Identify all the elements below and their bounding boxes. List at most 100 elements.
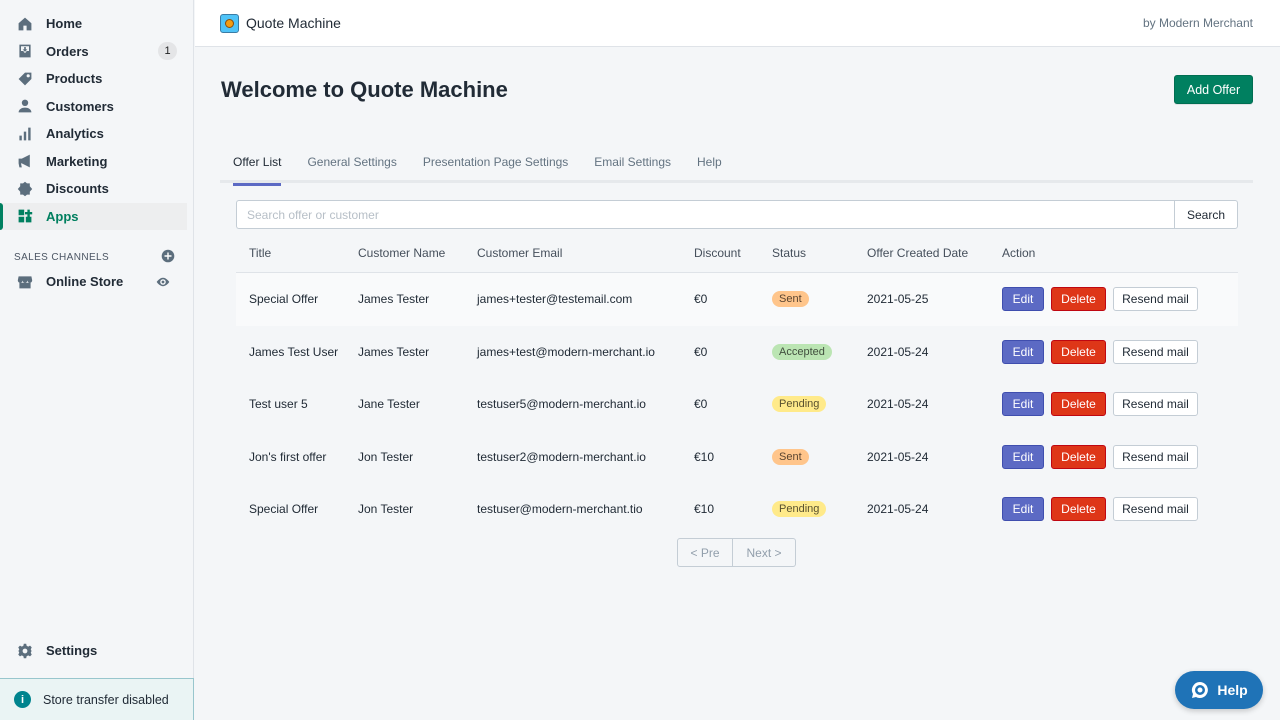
customer-email: james+test@modern-merchant.io bbox=[477, 344, 655, 359]
sidebar-item-online-store[interactable]: Online Store bbox=[0, 268, 187, 296]
sidebar-item-home[interactable]: Home bbox=[0, 10, 187, 38]
megaphone-icon bbox=[17, 153, 33, 169]
created-date: 2021-05-24 bbox=[867, 502, 929, 517]
sidebar-item-label: Apps bbox=[46, 208, 79, 224]
resend-mail-button[interactable]: Resend mail bbox=[1113, 287, 1198, 312]
eye-icon[interactable] bbox=[156, 275, 170, 289]
sidebar-item-label: Home bbox=[46, 16, 83, 32]
table-row: James Test User James Tester james+test@… bbox=[236, 326, 1238, 379]
add-offer-button[interactable]: Add Offer bbox=[1174, 75, 1253, 104]
discount: €10 bbox=[694, 502, 715, 517]
orders-count-badge: 1 bbox=[158, 42, 177, 61]
sidebar-item-orders[interactable]: Orders 1 bbox=[0, 38, 187, 66]
customer-name: James Tester bbox=[358, 344, 430, 359]
tab-email-settings[interactable]: Email Settings bbox=[581, 146, 684, 183]
offers-table: Title Customer Name Customer Email Disco… bbox=[236, 233, 1238, 536]
tab-help[interactable]: Help bbox=[684, 146, 735, 183]
app-topbar: Quote Machine by Modern Merchant bbox=[195, 0, 1280, 47]
next-page-button[interactable]: Next > bbox=[733, 538, 796, 567]
bar-chart-icon bbox=[17, 126, 33, 142]
sidebar-item-products[interactable]: Products bbox=[0, 65, 187, 93]
add-channel-icon[interactable] bbox=[161, 249, 175, 263]
info-icon: i bbox=[14, 691, 31, 708]
discount: €10 bbox=[694, 449, 715, 464]
main-nav: Home Orders 1 Products Customers Analyti… bbox=[0, 0, 193, 230]
customer-name: Jon Tester bbox=[358, 502, 414, 517]
created-date: 2021-05-24 bbox=[867, 449, 929, 464]
sidebar-item-discounts[interactable]: Discounts bbox=[0, 175, 187, 203]
status-badge: Sent bbox=[772, 448, 809, 465]
table-row: Special Offer Jon Tester testuser@modern… bbox=[236, 483, 1238, 536]
resend-mail-button[interactable]: Resend mail bbox=[1113, 444, 1198, 469]
chat-bubble-icon bbox=[1192, 681, 1209, 698]
orders-icon bbox=[17, 43, 33, 59]
page-title: Welcome to Quote Machine bbox=[221, 77, 508, 102]
delete-button[interactable]: Delete bbox=[1051, 444, 1106, 469]
tab-presentation-page-settings[interactable]: Presentation Page Settings bbox=[410, 146, 581, 183]
store-transfer-text: Store transfer disabled bbox=[43, 692, 169, 707]
customer-email: testuser@modern-merchant.tio bbox=[477, 502, 643, 517]
sidebar-item-label: Analytics bbox=[46, 126, 104, 142]
app-name: Quote Machine bbox=[246, 15, 341, 31]
resend-mail-button[interactable]: Resend mail bbox=[1113, 339, 1198, 364]
discount-icon bbox=[17, 181, 33, 197]
status-badge: Accepted bbox=[772, 343, 832, 360]
delete-button[interactable]: Delete bbox=[1051, 392, 1106, 417]
customer-email: testuser5@modern-merchant.io bbox=[477, 397, 646, 412]
column-header-action: Action bbox=[1002, 245, 1036, 260]
edit-button[interactable]: Edit bbox=[1002, 339, 1044, 364]
resend-mail-button[interactable]: Resend mail bbox=[1113, 497, 1198, 522]
developer-credit: by Modern Merchant bbox=[1142, 16, 1253, 30]
tab-general-settings[interactable]: General Settings bbox=[294, 146, 409, 183]
column-header-customer-email: Customer Email bbox=[477, 245, 563, 260]
customer-email: testuser2@modern-merchant.io bbox=[477, 449, 646, 464]
help-widget-button[interactable]: Help bbox=[1175, 671, 1263, 709]
edit-button[interactable]: Edit bbox=[1002, 287, 1044, 312]
table-row: Test user 5 Jane Tester testuser5@modern… bbox=[236, 378, 1238, 431]
customer-name: James Tester bbox=[358, 292, 430, 307]
table-row: Jon's first offer Jon Tester testuser2@m… bbox=[236, 431, 1238, 484]
delete-button[interactable]: Delete bbox=[1051, 287, 1106, 312]
sidebar-item-customers[interactable]: Customers bbox=[0, 93, 187, 121]
column-header-title: Title bbox=[249, 245, 272, 260]
created-date: 2021-05-24 bbox=[867, 344, 929, 359]
discount: €0 bbox=[694, 292, 708, 307]
sidebar-item-label: Customers bbox=[46, 98, 114, 114]
status-badge: Pending bbox=[772, 396, 827, 413]
sidebar-item-settings[interactable]: Settings bbox=[0, 637, 188, 665]
delete-button[interactable]: Delete bbox=[1051, 339, 1106, 364]
sidebar-item-apps[interactable]: Apps bbox=[0, 202, 187, 230]
resend-mail-button[interactable]: Resend mail bbox=[1113, 392, 1198, 417]
sidebar-item-label: Discounts bbox=[46, 181, 109, 197]
offer-title: Special Offer bbox=[249, 292, 319, 307]
column-header-status: Status bbox=[772, 245, 807, 260]
sidebar-item-marketing[interactable]: Marketing bbox=[0, 148, 187, 176]
edit-button[interactable]: Edit bbox=[1002, 392, 1044, 417]
created-date: 2021-05-24 bbox=[867, 397, 929, 412]
column-header-created-date: Offer Created Date bbox=[867, 245, 969, 260]
tag-icon bbox=[17, 71, 33, 87]
column-header-customer-name: Customer Name bbox=[358, 245, 446, 260]
prev-page-button[interactable]: < Pre bbox=[677, 538, 733, 567]
edit-button[interactable]: Edit bbox=[1002, 444, 1044, 469]
search-bar: Search bbox=[236, 200, 1238, 229]
sales-channels-heading: SALES CHANNELS bbox=[0, 246, 193, 268]
table-row: Special Offer James Tester james+tester@… bbox=[236, 273, 1238, 326]
table-header: Title Customer Name Customer Email Disco… bbox=[236, 233, 1238, 273]
sidebar-item-analytics[interactable]: Analytics bbox=[0, 120, 187, 148]
help-widget-label: Help bbox=[1217, 682, 1248, 698]
search-input[interactable] bbox=[236, 200, 1174, 229]
search-button[interactable]: Search bbox=[1174, 200, 1238, 229]
edit-button[interactable]: Edit bbox=[1002, 497, 1044, 522]
delete-button[interactable]: Delete bbox=[1051, 497, 1106, 522]
sidebar-item-label: Online Store bbox=[46, 274, 124, 290]
tab-offer-list[interactable]: Offer List bbox=[220, 146, 294, 186]
status-badge: Sent bbox=[772, 291, 809, 308]
home-icon bbox=[17, 16, 33, 32]
offer-title: Special Offer bbox=[249, 502, 319, 517]
created-date: 2021-05-25 bbox=[867, 292, 929, 307]
sidebar-item-label: Marketing bbox=[46, 153, 108, 169]
quote-machine-logo-icon bbox=[220, 13, 239, 33]
sidebar-item-label: Settings bbox=[46, 643, 98, 659]
tab-bar: Offer List General Settings Presentation… bbox=[220, 146, 1253, 186]
